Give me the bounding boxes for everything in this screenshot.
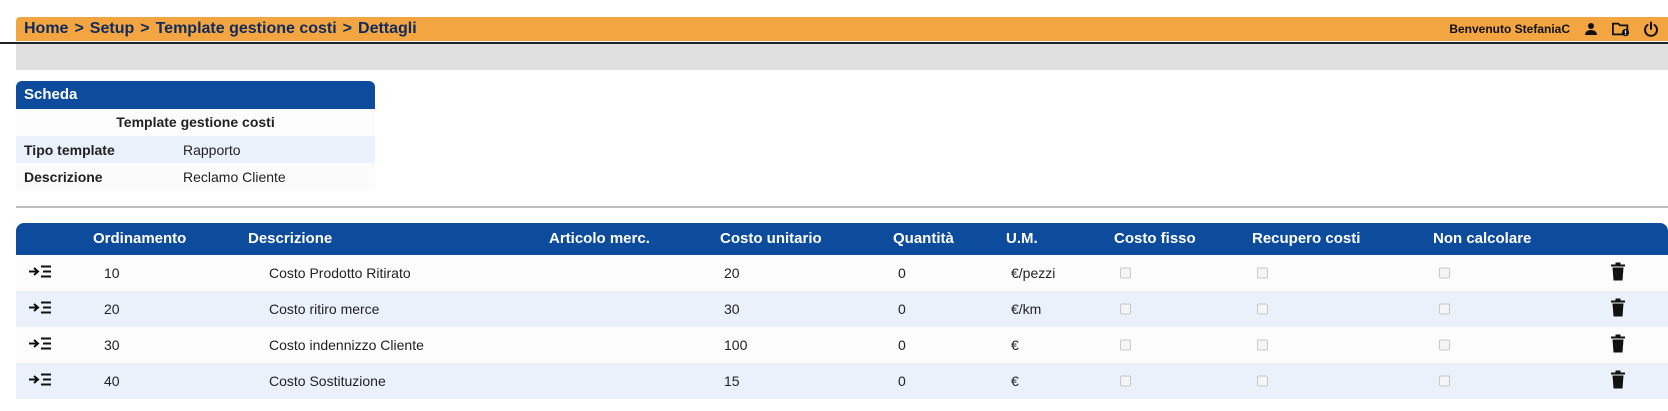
- trash-icon[interactable]: [1611, 298, 1625, 320]
- breadcrumb-setup[interactable]: Setup: [90, 20, 134, 38]
- cell-descrizione: Costo Prodotto Ritirato: [269, 265, 411, 281]
- cell-costo-unitario: 100: [724, 337, 748, 353]
- trash-icon[interactable]: [1611, 262, 1625, 284]
- cell-um: €/km: [1011, 301, 1042, 317]
- cell-quantita: 0: [898, 337, 906, 353]
- toolbar-bar: [16, 44, 1668, 70]
- header-user-area: Benvenuto StefaniaC: [1449, 20, 1660, 38]
- col-non-calcolare[interactable]: Non calcolare: [1433, 223, 1531, 255]
- welcome-text: Benvenuto StefaniaC: [1449, 22, 1570, 36]
- cell-ordinamento: 10: [104, 265, 120, 281]
- card-value: Reclamo Cliente: [183, 168, 286, 185]
- cell-quantita: 0: [898, 373, 906, 389]
- table-row: 10 Costo Prodotto Ritirato 20 0 €/pezzi: [16, 255, 1668, 291]
- detail-list-icon[interactable]: [28, 373, 52, 390]
- breadcrumb-separator: >: [342, 20, 353, 37]
- table-body: 10 Costo Prodotto Ritirato 20 0 €/pezzi …: [16, 255, 1668, 399]
- folder-alert-icon[interactable]: [1612, 20, 1630, 38]
- cell-quantita: 0: [898, 265, 906, 281]
- non-calcolare-checkbox[interactable]: [1439, 303, 1450, 315]
- breadcrumb-home[interactable]: Home: [24, 20, 68, 38]
- cell-um: €: [1011, 337, 1019, 353]
- col-articolo[interactable]: Articolo merc.: [549, 223, 650, 255]
- recupero-costi-checkbox[interactable]: [1257, 303, 1268, 315]
- section-divider: [16, 206, 1668, 208]
- cell-um: €: [1011, 373, 1019, 389]
- cell-quantita: 0: [898, 301, 906, 317]
- detail-list-icon[interactable]: [28, 337, 52, 354]
- non-calcolare-checkbox[interactable]: [1439, 375, 1450, 387]
- detail-list-icon[interactable]: [28, 301, 52, 318]
- col-quantita[interactable]: Quantità: [893, 223, 954, 255]
- non-calcolare-checkbox[interactable]: [1439, 267, 1450, 279]
- detail-card: Scheda Template gestione costi Tipo temp…: [16, 81, 375, 190]
- cell-descrizione: Costo indennizzo Cliente: [269, 337, 424, 353]
- costo-fisso-checkbox[interactable]: [1120, 303, 1131, 315]
- col-recupero-costi[interactable]: Recupero costi: [1252, 223, 1360, 255]
- table-header: Ordinamento Descrizione Articolo merc. C…: [16, 223, 1668, 255]
- table-row: 40 Costo Sostituzione 15 0 €: [16, 363, 1668, 399]
- cell-costo-unitario: 15: [724, 373, 740, 389]
- cell-costo-unitario: 20: [724, 265, 740, 281]
- recupero-costi-checkbox[interactable]: [1257, 375, 1268, 387]
- trash-icon[interactable]: [1611, 334, 1625, 356]
- cell-um: €/pezzi: [1011, 265, 1056, 281]
- cell-descrizione: Costo ritiro merce: [269, 301, 380, 317]
- card-row-descrizione: Descrizione Reclamo Cliente: [16, 163, 375, 190]
- col-costo-fisso[interactable]: Costo fisso: [1114, 223, 1196, 255]
- costs-table: Ordinamento Descrizione Articolo merc. C…: [16, 223, 1668, 399]
- costo-fisso-checkbox[interactable]: [1120, 339, 1131, 351]
- cell-ordinamento: 40: [104, 373, 120, 389]
- cell-ordinamento: 20: [104, 301, 120, 317]
- trash-icon[interactable]: [1611, 370, 1625, 392]
- top-header: Home > Setup > Template gestione costi >…: [16, 17, 1668, 41]
- cell-ordinamento: 30: [104, 337, 120, 353]
- card-label: Tipo template: [24, 141, 115, 158]
- costo-fisso-checkbox[interactable]: [1120, 267, 1131, 279]
- col-descrizione[interactable]: Descrizione: [248, 223, 332, 255]
- breadcrumb-template[interactable]: Template gestione costi: [156, 20, 337, 38]
- cell-descrizione: Costo Sostituzione: [269, 373, 386, 389]
- recupero-costi-checkbox[interactable]: [1257, 339, 1268, 351]
- breadcrumb: Home > Setup > Template gestione costi >…: [24, 20, 417, 38]
- col-costo-unitario[interactable]: Costo unitario: [720, 223, 822, 255]
- col-um[interactable]: U.M.: [1006, 223, 1038, 255]
- power-icon[interactable]: [1642, 20, 1660, 38]
- breadcrumb-separator: >: [140, 20, 150, 37]
- table-row: 30 Costo indennizzo Cliente 100 0 €: [16, 327, 1668, 363]
- table-row: 20 Costo ritiro merce 30 0 €/km: [16, 291, 1668, 327]
- card-label: Descrizione: [24, 168, 103, 185]
- card-row-tipo: Tipo template Rapporto: [16, 136, 375, 163]
- costo-fisso-checkbox[interactable]: [1120, 375, 1131, 387]
- card-subtitle: Template gestione costi: [16, 109, 375, 136]
- breadcrumb-current: Dettagli: [358, 20, 417, 37]
- user-icon[interactable]: [1582, 20, 1600, 38]
- cell-costo-unitario: 30: [724, 301, 740, 317]
- non-calcolare-checkbox[interactable]: [1439, 339, 1450, 351]
- col-ordinamento[interactable]: Ordinamento: [93, 223, 186, 255]
- recupero-costi-checkbox[interactable]: [1257, 267, 1268, 279]
- card-title: Scheda: [16, 81, 375, 109]
- breadcrumb-separator: >: [74, 20, 84, 37]
- detail-list-icon[interactable]: [28, 265, 52, 282]
- card-value: Rapporto: [183, 141, 241, 158]
